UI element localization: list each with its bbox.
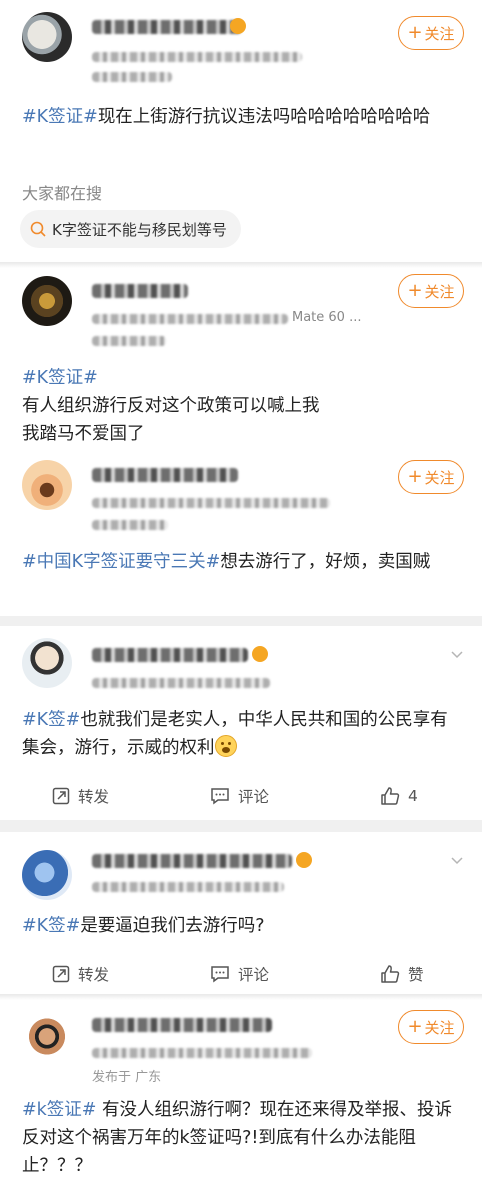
post-meta-blurred: [92, 1048, 312, 1058]
repost-icon: [52, 965, 70, 983]
username-blurred[interactable]: [92, 468, 238, 482]
post-text: #K签证#现在上街游行抗议违法吗哈哈哈哈哈哈哈哈: [22, 107, 431, 127]
post-3: + 关注 #中国K字签证要守三关#想去游行了，好烦，卖国贼: [0, 448, 482, 616]
search-hot-icon: [30, 221, 46, 237]
post-meta-blurred: [92, 882, 284, 892]
hashtag-link[interactable]: #中国K字签证要守三关#: [22, 552, 220, 572]
username-blurred[interactable]: [92, 854, 292, 868]
repost-icon: [52, 787, 70, 805]
username-blurred[interactable]: [92, 20, 242, 34]
hashtag-link[interactable]: #K签#: [22, 916, 80, 936]
avatar[interactable]: [22, 460, 72, 510]
like-button[interactable]: 4: [380, 776, 418, 816]
post-text: #K签#是要逼迫我们去游行吗?: [22, 916, 265, 936]
device-label: Mate 60 ...: [292, 310, 362, 325]
post-source-blurred: [92, 520, 168, 530]
trending-search-label: 大家都在搜: [22, 184, 103, 203]
thumbs-up-icon: [381, 965, 400, 983]
post-text: #中国K字签证要守三关#想去游行了，好烦，卖国贼: [22, 552, 431, 572]
hashtag-link[interactable]: #k签证#: [22, 1100, 96, 1120]
card-divider: [0, 820, 482, 832]
plus-icon: +: [407, 280, 423, 301]
post-meta-blurred: [92, 52, 302, 62]
emoji-icon: [214, 735, 237, 757]
comment-button[interactable]: 评论: [210, 954, 269, 994]
hashtag-link[interactable]: #K签证#: [22, 368, 98, 388]
post-meta-blurred: [92, 314, 288, 324]
post-1: + 关注 #K签证#现在上街游行抗议违法吗哈哈哈哈哈哈哈哈 大家都在搜 K字签证不…: [0, 0, 482, 262]
action-bar: 转发 评论 赞: [0, 954, 482, 994]
repost-button[interactable]: 转发: [52, 954, 109, 994]
post-source-blurred: [92, 72, 172, 82]
post-meta-blurred: [92, 498, 330, 508]
follow-button[interactable]: + 关注: [398, 460, 464, 494]
plus-icon: +: [407, 466, 423, 487]
avatar[interactable]: [22, 638, 72, 688]
post-text: #K签证# 有人组织游行反对这个政策可以喊上我 我踏马不爱国了: [22, 368, 320, 444]
trending-search-chip[interactable]: K字签证不能与移民划等号: [20, 210, 241, 248]
card-divider: [0, 616, 482, 626]
location-label: 发布于 广东: [92, 1070, 162, 1085]
avatar[interactable]: [22, 1014, 72, 1064]
vip-badge-icon: [252, 646, 268, 662]
like-button[interactable]: 赞: [380, 954, 424, 994]
comment-icon: [211, 966, 229, 983]
post-4: #K签#也就我们是老实人，中华人民共和国的公民享有集会，游行，示威的权利 转发 …: [0, 626, 482, 820]
post-text: #K签#也就我们是老实人，中华人民共和国的公民享有集会，游行，示威的权利: [22, 710, 448, 758]
username-blurred[interactable]: [92, 1018, 272, 1032]
follow-button[interactable]: + 关注: [398, 1010, 464, 1044]
comment-icon: [211, 788, 229, 805]
vip-badge-icon: [296, 852, 312, 868]
post-6: 发布于 广东 + 关注 #k签证# 有没人组织游行啊？现在还来得及举报、投诉反对这…: [0, 1000, 482, 1200]
hashtag-link[interactable]: #K签#: [22, 710, 80, 730]
post-meta-blurred: [92, 678, 270, 688]
chevron-down-icon[interactable]: [450, 648, 464, 662]
follow-button[interactable]: + 关注: [398, 16, 464, 50]
post-5: #K签#是要逼迫我们去游行吗? 转发 评论 赞: [0, 832, 482, 994]
avatar[interactable]: [22, 276, 72, 326]
comment-button[interactable]: 评论: [210, 776, 269, 816]
hashtag-link[interactable]: #K签证#: [22, 107, 98, 127]
vip-badge-icon: [230, 18, 246, 34]
plus-icon: +: [407, 1016, 423, 1037]
repost-button[interactable]: 转发: [52, 776, 109, 816]
thumbs-up-icon: [381, 787, 400, 805]
post-2: Mate 60 ... + 关注 #K签证# 有人组织游行反对这个政策可以喊上我 …: [0, 268, 482, 448]
chevron-down-icon[interactable]: [450, 854, 464, 868]
post-source-blurred: [92, 336, 166, 346]
username-blurred[interactable]: [92, 284, 188, 298]
username-blurred[interactable]: [92, 648, 248, 662]
action-bar: 转发 评论 4: [0, 776, 482, 816]
avatar[interactable]: [22, 850, 72, 900]
plus-icon: +: [407, 22, 423, 43]
post-text: #k签证# 有没人组织游行啊？现在还来得及举报、投诉反对这个祸害万年的k签证吗?…: [22, 1100, 453, 1176]
follow-button[interactable]: + 关注: [398, 274, 464, 308]
avatar[interactable]: [22, 12, 72, 62]
